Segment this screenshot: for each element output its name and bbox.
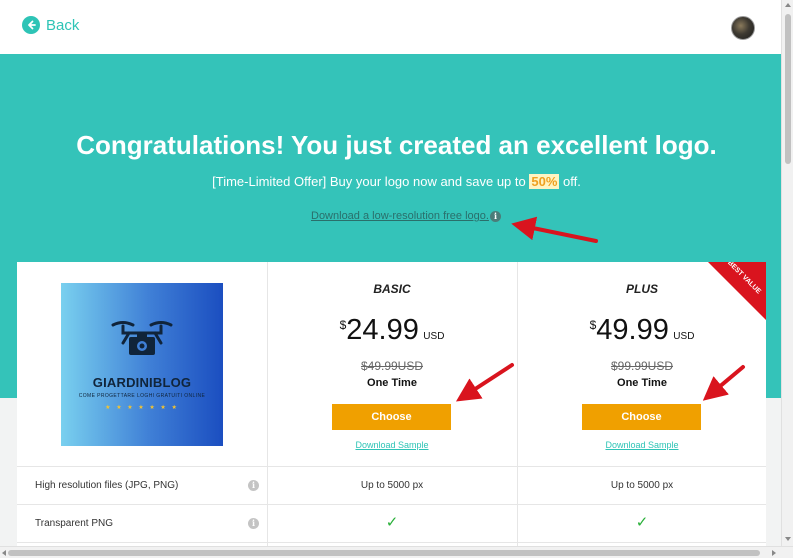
pricing-card: GIARDINIBLOG COME PROGETTARE LOGHI GRATU… <box>17 262 766 558</box>
check-icon: ✓ <box>635 513 649 531</box>
logo-stars: ★ ★ ★ ★ ★ ★ ★ <box>105 405 179 411</box>
choose-plus-button[interactable]: Choose <box>582 404 701 430</box>
user-avatar[interactable] <box>731 16 755 40</box>
drone-camera-icon <box>111 321 173 355</box>
old-price: $49.99USD <box>360 359 424 373</box>
free-logo-download-link[interactable]: Download a low-resolution free logo. <box>311 210 489 222</box>
info-icon[interactable]: i <box>248 480 259 491</box>
scroll-left-icon[interactable] <box>2 550 6 556</box>
feature-row: Transparent PNG i ✓ ✓ <box>17 504 766 542</box>
old-price: $99.99USD <box>610 359 674 373</box>
feature-row: High resolution files (JPG, PNG) i Up to… <box>17 466 766 504</box>
download-sample-link[interactable]: Download Sample <box>517 440 767 450</box>
price-currency: $ <box>589 318 597 332</box>
price-currency: $ <box>339 318 347 332</box>
arrow-left-circle-icon <box>22 16 40 34</box>
offer-percent: 50% <box>529 174 560 189</box>
logo-name: GIARDINIBLOG <box>92 375 192 390</box>
offer-text-before: [Time-Limited Offer] Buy your logo now a… <box>212 174 530 189</box>
offer-text: [Time-Limited Offer] Buy your logo now a… <box>0 174 793 189</box>
back-button[interactable]: Back <box>22 16 79 34</box>
logo-preview: GIARDINIBLOG COME PROGETTARE LOGHI GRATU… <box>61 283 223 446</box>
download-sample-link[interactable]: Download Sample <box>267 440 517 450</box>
scrollbar-thumb[interactable] <box>785 14 791 164</box>
scroll-up-icon[interactable] <box>785 3 791 7</box>
plan-name: BASIC <box>373 282 411 296</box>
feature-label: Transparent PNG <box>35 518 113 529</box>
feature-value-basic: Up to 5000 px <box>360 480 424 491</box>
plan-frequency: One Time <box>367 377 417 389</box>
offer-text-after: off. <box>559 174 581 189</box>
vertical-scrollbar[interactable] <box>781 0 793 546</box>
scrollbar-thumb[interactable] <box>8 550 760 556</box>
plan-frequency: One Time <box>617 377 667 389</box>
horizontal-scrollbar[interactable] <box>0 546 793 558</box>
info-icon[interactable]: i <box>248 518 259 529</box>
price-unit: USD <box>423 331 445 342</box>
info-icon[interactable]: i <box>490 211 501 222</box>
scroll-down-icon[interactable] <box>785 537 791 541</box>
check-icon: ✓ <box>385 513 399 531</box>
top-bar: Back <box>0 0 781 54</box>
choose-basic-button[interactable]: Choose <box>332 404 451 430</box>
plan-price: $24.99 USD <box>267 314 517 347</box>
plan-basic: BASIC $24.99 USD $49.99USD One Time Choo… <box>267 262 517 466</box>
best-value-ribbon: BEST VALUE <box>708 262 766 320</box>
back-label: Back <box>46 16 80 34</box>
feature-label: High resolution files (JPG, PNG) <box>35 480 179 491</box>
price-amount: 24.99 <box>346 314 419 346</box>
price-amount: 49.99 <box>596 314 669 346</box>
feature-value-plus: Up to 5000 px <box>610 480 674 491</box>
logo-tagline: COME PROGETTARE LOGHI GRATUITI ONLINE <box>78 393 206 399</box>
price-unit: USD <box>673 331 695 342</box>
scroll-right-icon[interactable] <box>772 550 776 556</box>
hero-title: Congratulations! You just created an exc… <box>76 130 717 160</box>
